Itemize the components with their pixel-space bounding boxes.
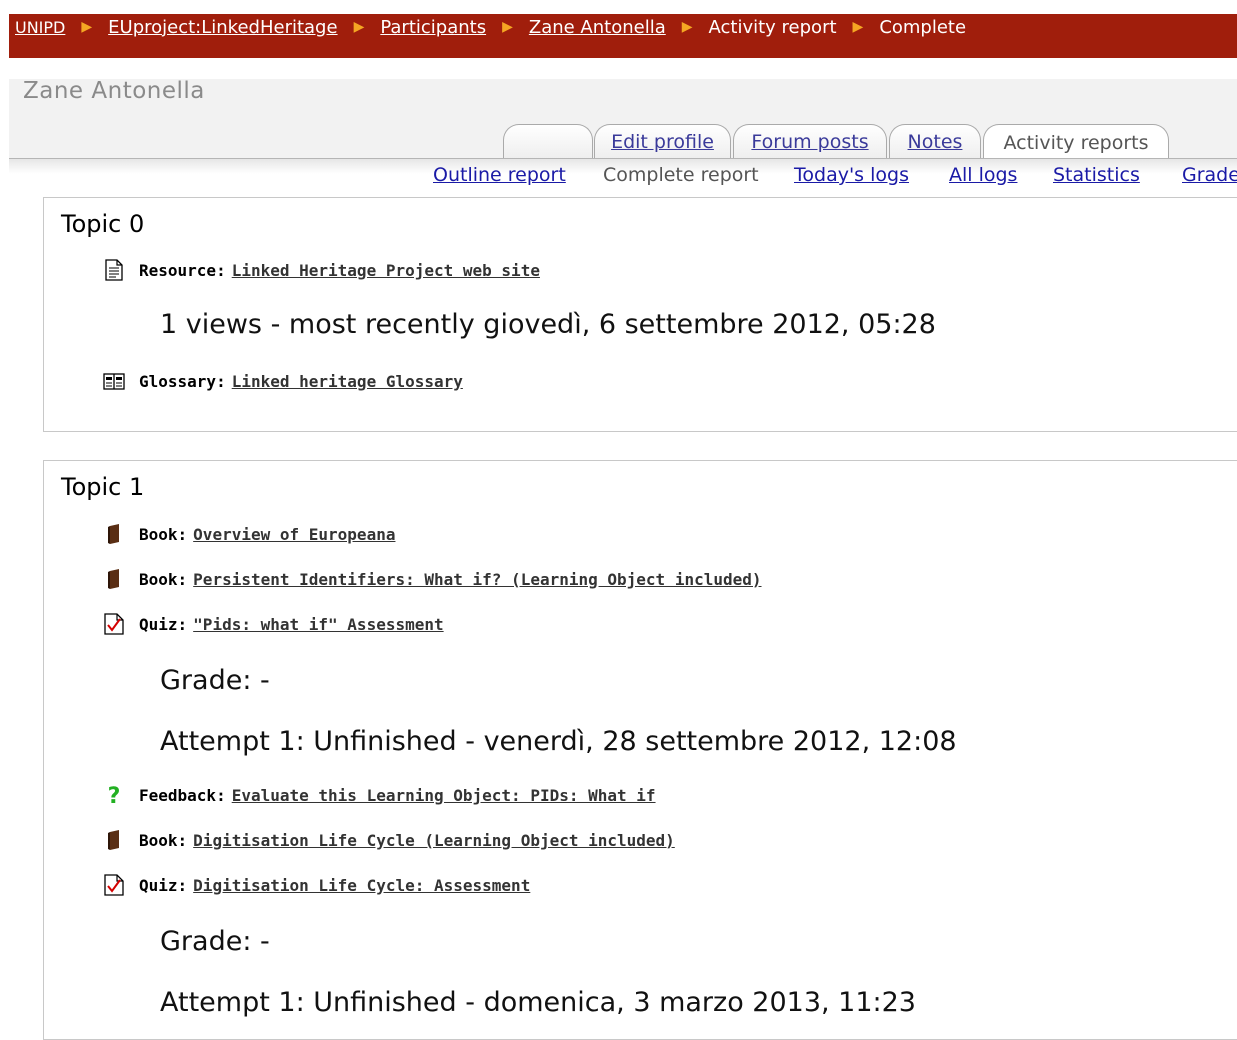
breadcrumb-separator-icon: ▶ — [502, 19, 513, 35]
subtab-complete-report: Complete report — [603, 164, 759, 186]
tab-profile[interactable] — [503, 124, 593, 159]
topic-title: Topic 1 — [61, 473, 145, 501]
topic-section: Topic 1 Book: Overview of Europeana Book… — [43, 460, 1237, 1040]
subtab-outline-report[interactable]: Outline report — [433, 164, 566, 186]
subtab-all-logs[interactable]: All logs — [949, 164, 1017, 186]
book-icon — [103, 828, 125, 852]
activity-detail: Grade: - — [160, 665, 270, 696]
breadcrumb-activity-report: Activity report — [708, 16, 837, 38]
activity-type: Quiz: — [139, 614, 188, 634]
feedback-icon: ? — [103, 783, 125, 807]
activity-link[interactable]: "Pids: what if" Assessment — [193, 615, 443, 634]
subtab-grade[interactable]: Grade — [1182, 164, 1237, 186]
breadcrumb-link-unipd[interactable]: UNIPD — [15, 18, 65, 37]
activity-type: Book: — [139, 569, 188, 589]
breadcrumb-separator-icon: ▶ — [681, 19, 693, 35]
activity-item: Book: Digitisation Life Cycle (Learning … — [103, 828, 675, 852]
activity-link[interactable]: Evaluate this Learning Object: PIDs: Wha… — [232, 786, 656, 805]
breadcrumb-current: Complete — [879, 16, 967, 38]
navbar: UNIPD ▶ EUproject:LinkedHeritage ▶ Parti… — [9, 14, 1237, 58]
tab-activity-reports[interactable]: Activity reports — [983, 124, 1169, 160]
activity-item: Book: Overview of Europeana — [103, 522, 395, 546]
activity-link[interactable]: Overview of Europeana — [193, 525, 395, 544]
breadcrumb-separator-icon: ▶ — [81, 19, 93, 35]
topic-title: Topic 0 — [61, 210, 145, 238]
tab-edit-profile[interactable]: Edit profile — [594, 124, 731, 159]
book-icon — [103, 522, 125, 546]
activity-type: Book: — [139, 830, 188, 850]
activity-item: Book: Persistent Identifiers: What if? (… — [103, 567, 762, 591]
activity-link[interactable]: Digitisation Life Cycle (Learning Object… — [193, 831, 675, 850]
breadcrumb: UNIPD ▶ EUproject:LinkedHeritage ▶ Parti… — [9, 14, 966, 40]
activity-link[interactable]: Digitisation Life Cycle: Assessment — [193, 876, 530, 895]
glossary-icon — [103, 369, 125, 393]
subtab-statistics[interactable]: Statistics — [1053, 164, 1140, 186]
activity-type: Feedback: — [139, 785, 226, 805]
activity-detail: Attempt 1: Unfinished - venerdì, 28 sett… — [160, 726, 957, 757]
activity-detail: Grade: - — [160, 926, 270, 957]
activity-type: Resource: — [139, 260, 226, 280]
subtab-todays-logs[interactable]: Today's logs — [794, 164, 909, 186]
svg-text:?: ? — [108, 784, 121, 807]
activity-type: Book: — [139, 524, 188, 544]
page-title: Zane Antonella — [23, 78, 205, 104]
activity-item: Quiz: "Pids: what if" Assessment — [103, 612, 444, 636]
book-icon — [103, 567, 125, 591]
breadcrumb-link-user[interactable]: Zane Antonella — [529, 17, 666, 38]
tab-forum-posts-label[interactable]: Forum posts — [751, 131, 868, 153]
activity-item: Quiz: Digitisation Life Cycle: Assessmen… — [103, 873, 530, 897]
tab-forum-posts[interactable]: Forum posts — [733, 124, 887, 159]
activity-type: Quiz: — [139, 875, 188, 895]
quiz-icon — [103, 612, 125, 636]
tab-notes[interactable]: Notes — [889, 124, 981, 159]
tab-notes-label[interactable]: Notes — [908, 131, 963, 153]
breadcrumb-separator-icon: ▶ — [852, 19, 864, 35]
resource-icon — [103, 258, 125, 282]
breadcrumb-separator-icon: ▶ — [353, 19, 365, 35]
topic-section: Topic 0 Resource: Linked Heritage Projec… — [43, 197, 1237, 432]
breadcrumb-link-participants[interactable]: Participants — [380, 17, 486, 38]
tab-edit-profile-label[interactable]: Edit profile — [611, 131, 714, 153]
breadcrumb-link-course[interactable]: EUproject:LinkedHeritage — [108, 17, 337, 38]
activity-item: ? Feedback: Evaluate this Learning Objec… — [103, 783, 656, 807]
activity-type: Glossary: — [139, 371, 226, 391]
activity-detail: 1 views - most recently giovedì, 6 sette… — [160, 309, 936, 340]
activity-detail: Attempt 1: Unfinished - domenica, 3 marz… — [160, 987, 916, 1018]
quiz-icon — [103, 873, 125, 897]
activity-item: Glossary: Linked heritage Glossary — [103, 369, 463, 393]
tab-activity-reports-label: Activity reports — [1003, 131, 1149, 154]
activity-link[interactable]: Linked Heritage Project web site — [232, 261, 540, 280]
activity-link[interactable]: Persistent Identifiers: What if? (Learni… — [193, 570, 761, 589]
activity-item: Resource: Linked Heritage Project web si… — [103, 258, 540, 282]
activity-link[interactable]: Linked heritage Glossary — [232, 372, 463, 391]
